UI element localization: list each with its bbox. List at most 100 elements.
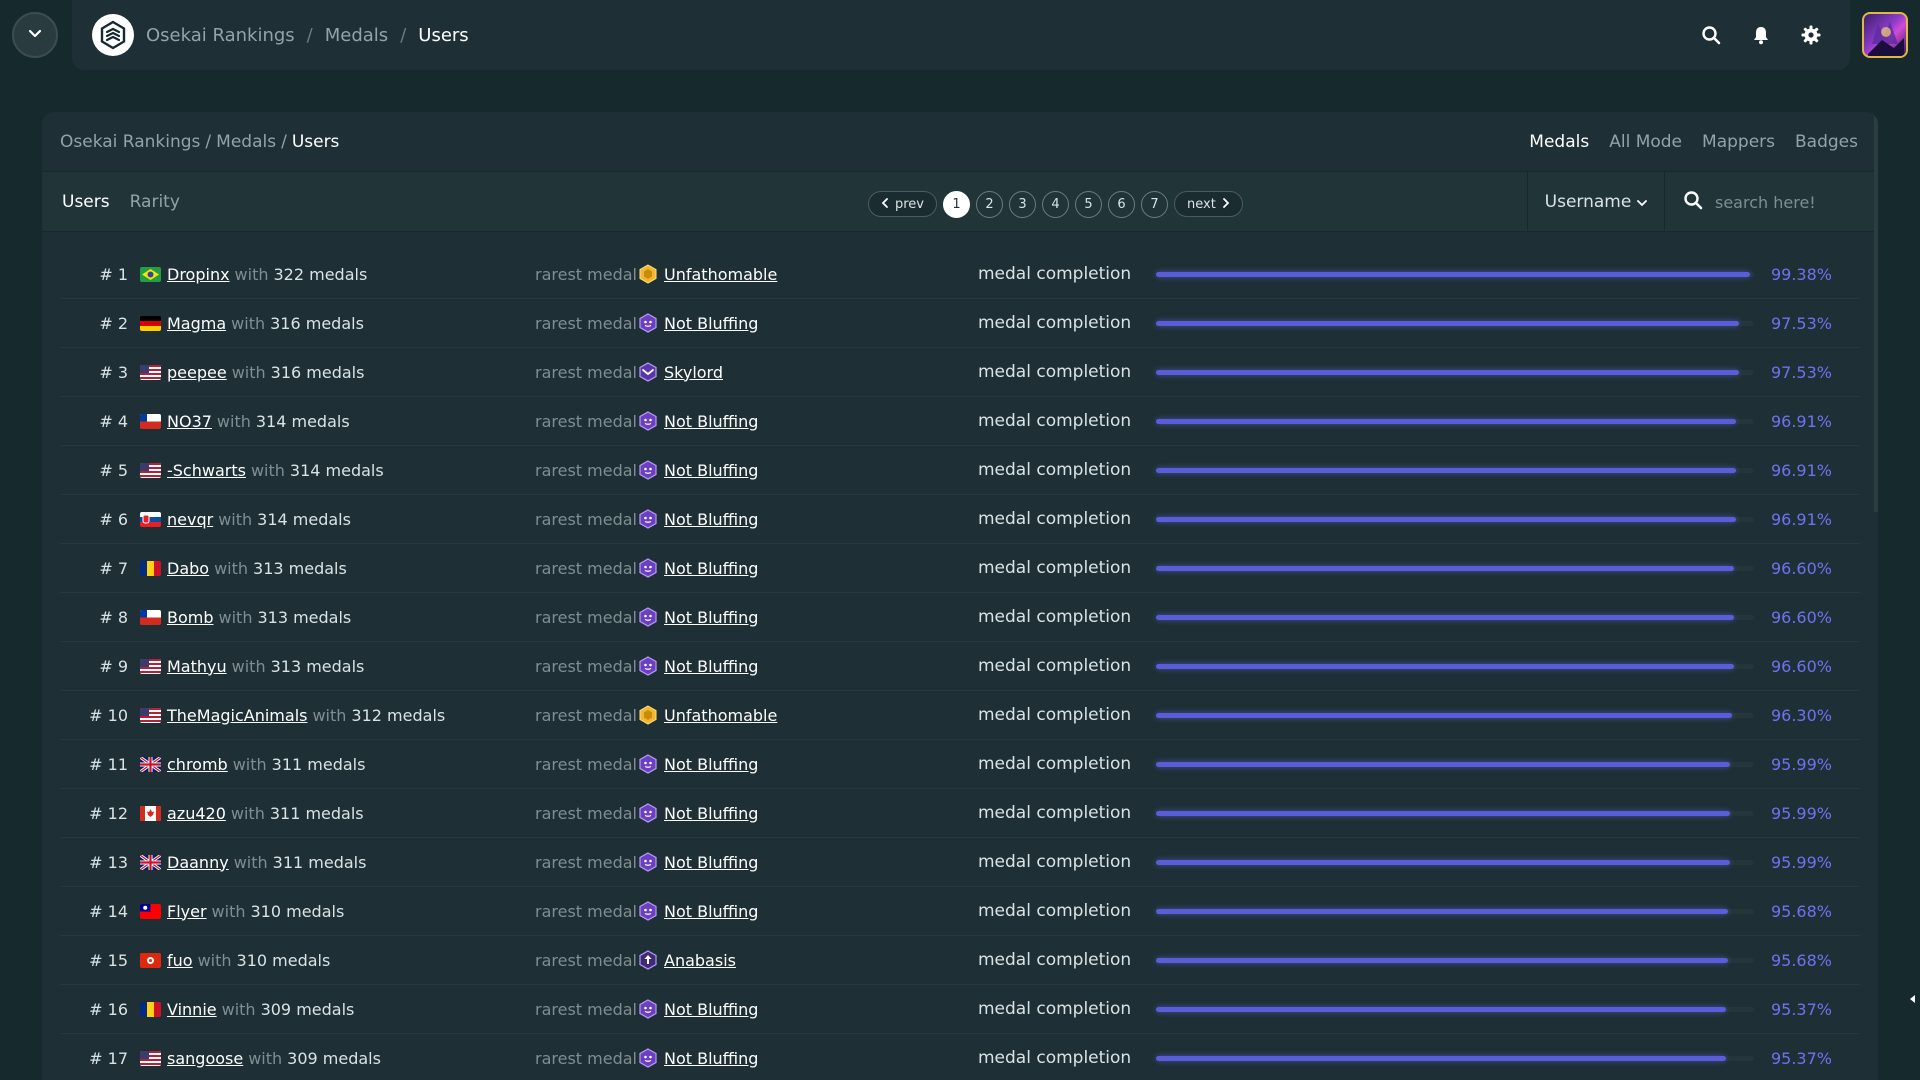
page-button-7[interactable]: 7 xyxy=(1141,190,1169,218)
purple-hexagon-medal-icon[interactable] xyxy=(638,803,658,823)
medal-completion-label: medal completion xyxy=(978,558,1132,578)
rarest-medal-link[interactable]: Skylord xyxy=(664,348,723,396)
username-link[interactable]: sangoose xyxy=(167,1049,243,1068)
page-button-6[interactable]: 6 xyxy=(1108,190,1136,218)
bell-icon[interactable] xyxy=(1748,22,1774,48)
purple-hexagon-medal-icon[interactable] xyxy=(638,901,658,921)
gb-flag-icon xyxy=(140,855,161,870)
purple-hexagon-medal-icon[interactable] xyxy=(638,607,658,627)
rarest-medal-link[interactable]: Not Bluffing xyxy=(664,838,758,886)
username-link[interactable]: Flyer xyxy=(167,902,207,921)
search-box xyxy=(1665,172,1878,232)
tab-rarity[interactable]: Rarity xyxy=(130,192,180,212)
user-cell: Daanny with 311 medals xyxy=(167,838,366,886)
username-link[interactable]: TheMagicAnimals xyxy=(167,706,307,725)
purple-hexagon-medal-icon[interactable] xyxy=(638,656,658,676)
username-link[interactable]: Vinnie xyxy=(167,1000,217,1019)
sidebar-toggle-button[interactable] xyxy=(12,12,58,58)
username-link[interactable]: Daanny xyxy=(167,853,229,872)
tab-all-mode[interactable]: All Mode xyxy=(1609,132,1682,152)
rarest-medal-link[interactable]: Anabasis xyxy=(664,936,736,984)
purple-hexagon-medal-icon[interactable] xyxy=(638,558,658,578)
username-link[interactable]: -Schwarts xyxy=(167,461,246,480)
panel-crumb-osekai-rankings[interactable]: Osekai Rankings xyxy=(60,132,200,152)
purple-hexagon-medal-icon[interactable] xyxy=(638,852,658,872)
rarest-medal-link[interactable]: Unfathomable xyxy=(664,250,777,298)
ranking-row: # 3 peepee with 316 medals rarest medal Skylo… xyxy=(60,348,1860,397)
prev-page-button[interactable]: prev xyxy=(868,191,938,217)
rarest-medal-link[interactable]: Not Bluffing xyxy=(664,544,758,592)
purple-hexagon-medal-icon[interactable] xyxy=(638,411,658,431)
username-link[interactable]: peepee xyxy=(167,363,227,382)
username-link[interactable]: Magma xyxy=(167,314,226,333)
ranking-row: # 16 Vinnie with 309 medals rarest medal Not … xyxy=(60,985,1860,1034)
search-input[interactable] xyxy=(1715,192,1865,212)
rarest-medal-link[interactable]: Unfathomable xyxy=(664,691,777,739)
rarest-medal-link[interactable]: Not Bluffing xyxy=(664,642,758,690)
completion-progress-bar xyxy=(1156,811,1754,816)
tab-users[interactable]: Users xyxy=(62,192,110,212)
purple-arrow-medal-icon[interactable] xyxy=(638,950,658,970)
rarest-medal-link[interactable]: Not Bluffing xyxy=(664,593,758,641)
completion-progress-fill xyxy=(1156,860,1731,865)
username-link[interactable]: fuo xyxy=(167,951,193,970)
gear-icon[interactable] xyxy=(1798,22,1824,48)
tab-mappers[interactable]: Mappers xyxy=(1702,132,1775,152)
page-button-5[interactable]: 5 xyxy=(1075,190,1103,218)
medal-count: 310 medals xyxy=(236,950,331,970)
rarest-medal-link[interactable]: Not Bluffing xyxy=(664,887,758,935)
rarest-medal-link[interactable]: Not Bluffing xyxy=(664,446,758,494)
rarest-medal-link[interactable]: Not Bluffing xyxy=(664,299,758,347)
page-button-4[interactable]: 4 xyxy=(1042,190,1070,218)
purple-hexagon-medal-icon[interactable] xyxy=(638,754,658,774)
tab-badges[interactable]: Badges xyxy=(1795,132,1858,152)
username-link[interactable]: azu420 xyxy=(167,804,226,823)
username-link[interactable]: nevqr xyxy=(167,510,213,529)
panel-crumb-medals[interactable]: Medals xyxy=(216,132,276,152)
username-link[interactable]: Mathyu xyxy=(167,657,227,676)
rarest-medal-link[interactable]: Not Bluffing xyxy=(664,397,758,445)
sort-dropdown[interactable]: Username xyxy=(1527,172,1665,232)
navbar-breadcrumb: Osekai Rankings / Medals / Users xyxy=(146,0,469,70)
username-link[interactable]: Dabo xyxy=(167,559,209,578)
rarest-medal-label: rarest medal xyxy=(535,754,637,774)
purple-hexagon-medal-icon[interactable] xyxy=(638,509,658,529)
ranking-row: # 2 Magma with 316 medals rarest medal Not Bl… xyxy=(60,299,1860,348)
purple-hexagon-medal-icon[interactable] xyxy=(638,999,658,1019)
search-icon[interactable] xyxy=(1698,22,1724,48)
collapse-panel-handle[interactable] xyxy=(1906,980,1920,1016)
username-link[interactable]: Dropinx xyxy=(167,265,230,284)
rarest-medal-link[interactable]: Not Bluffing xyxy=(664,495,758,543)
username-link[interactable]: Bomb xyxy=(167,608,214,627)
purple-hexagon-medal-icon[interactable] xyxy=(638,460,658,480)
tab-medals[interactable]: Medals xyxy=(1529,132,1589,152)
rarest-medal-link[interactable]: Not Bluffing xyxy=(664,1034,758,1080)
medal-count: 310 medals xyxy=(250,901,345,921)
us-flag-icon xyxy=(140,1051,161,1066)
username-link[interactable]: NO37 xyxy=(167,412,212,431)
gold-hexagon-medal-icon[interactable] xyxy=(638,705,658,725)
osekai-logo-icon[interactable] xyxy=(92,14,134,56)
chevron-down-icon xyxy=(27,25,43,45)
next-page-button[interactable]: next xyxy=(1174,191,1243,217)
completion-progress-fill xyxy=(1156,1007,1727,1012)
navbar-crumb-medals[interactable]: Medals xyxy=(325,25,388,46)
user-avatar[interactable] xyxy=(1862,12,1908,58)
scrollbar[interactable] xyxy=(1874,112,1878,512)
page-button-2[interactable]: 2 xyxy=(976,190,1004,218)
navbar-crumb-osekai-rankings[interactable]: Osekai Rankings xyxy=(146,25,295,46)
chevron-left-icon xyxy=(881,197,889,212)
rarest-medal-link[interactable]: Not Bluffing xyxy=(664,789,758,837)
rarest-medal-link[interactable]: Not Bluffing xyxy=(664,985,758,1033)
page-button-3[interactable]: 3 xyxy=(1009,190,1037,218)
purple-shield-medal-icon[interactable] xyxy=(638,362,658,382)
username-link[interactable]: chromb xyxy=(167,755,228,774)
rank-number: # 2 xyxy=(99,313,128,333)
gold-hexagon-medal-icon[interactable] xyxy=(638,264,658,284)
rarest-medal-link[interactable]: Not Bluffing xyxy=(664,740,758,788)
rank-number: # 4 xyxy=(99,411,128,431)
completion-percent: 95.99% xyxy=(1770,754,1832,774)
purple-hexagon-medal-icon[interactable] xyxy=(638,313,658,333)
page-button-1[interactable]: 1 xyxy=(943,190,971,218)
purple-hexagon-medal-icon[interactable] xyxy=(638,1048,658,1068)
